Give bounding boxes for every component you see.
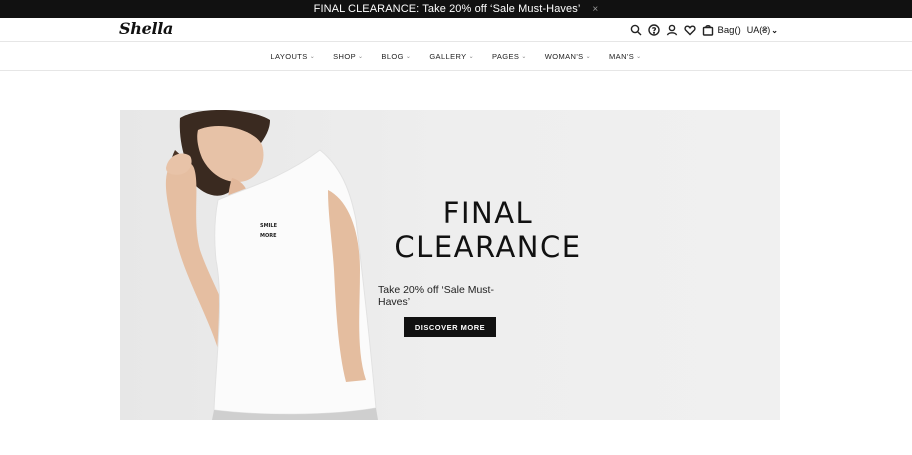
chevron-down-icon: ⌄: [309, 54, 316, 60]
close-icon[interactable]: ×: [592, 4, 598, 15]
chevron-down-icon: ⌄: [771, 25, 778, 35]
nav-item-mans[interactable]: MAN'S ⌄: [609, 52, 642, 61]
chevron-down-icon: ⌄: [585, 54, 592, 60]
main-nav: LAYOUTS ⌄ SHOP ⌄ BLOG ⌄ GALLERY ⌄ PAGES ⌄ WOM…: [0, 43, 912, 71]
bag-icon: [702, 24, 714, 36]
hero-title-line1: FINAL: [442, 196, 534, 230]
chevron-down-icon: ⌄: [521, 54, 527, 60]
hero-model-image: SMILE MORE: [165, 110, 378, 420]
nav-item-shop[interactable]: SHOP ⌄: [333, 52, 363, 61]
site-logo[interactable]: Shella: [119, 19, 173, 38]
nav-item-gallery[interactable]: GALLERY ⌄: [429, 52, 474, 61]
hero-title: FINAL CLEARANCE: [368, 196, 608, 264]
bag-label: Bag(): [717, 24, 741, 36]
hero-banner: SMILE MORE FINAL CLEARANCE Take 20% off …: [120, 110, 780, 420]
bag-button[interactable]: Bag(): [702, 24, 741, 36]
announcement-bar: FINAL CLEARANCE: Take 20% off ‘Sale Must…: [0, 0, 912, 18]
hero-subtitle: Take 20% off ‘Sale Must-Haves’: [378, 284, 494, 308]
user-icon[interactable]: [666, 24, 678, 36]
discover-more-button[interactable]: DISCOVER MORE: [404, 317, 496, 337]
currency-selector[interactable]: UA(₴) ⌄: [747, 25, 778, 35]
site-header: Shella Bag() UA(₴) ⌄: [0, 18, 912, 42]
heart-icon[interactable]: [683, 24, 696, 36]
chevron-down-icon: ⌄: [405, 54, 412, 60]
help-icon[interactable]: [647, 24, 660, 36]
shirt-print-smile: SMILE: [260, 223, 278, 229]
chevron-down-icon: ⌄: [636, 54, 642, 60]
hero-title-line2: CLEARANCE: [394, 230, 582, 264]
nav-item-blog[interactable]: BLOG ⌄: [381, 52, 411, 61]
header-tools: Bag() UA(₴) ⌄: [630, 22, 778, 38]
chevron-down-icon: ⌄: [357, 54, 364, 60]
nav-item-layouts[interactable]: LAYOUTS ⌄: [270, 52, 315, 61]
currency-label: UA(₴): [746, 25, 771, 35]
nav-item-pages[interactable]: PAGES ⌄: [492, 52, 527, 61]
nav-item-womans[interactable]: WOMAN'S ⌄: [545, 52, 591, 61]
chevron-down-icon: ⌄: [468, 54, 475, 60]
search-icon[interactable]: [630, 24, 642, 36]
announcement-text[interactable]: FINAL CLEARANCE: Take 20% off ‘Sale Must…: [314, 3, 581, 15]
shirt-print-more: MORE: [260, 233, 277, 239]
